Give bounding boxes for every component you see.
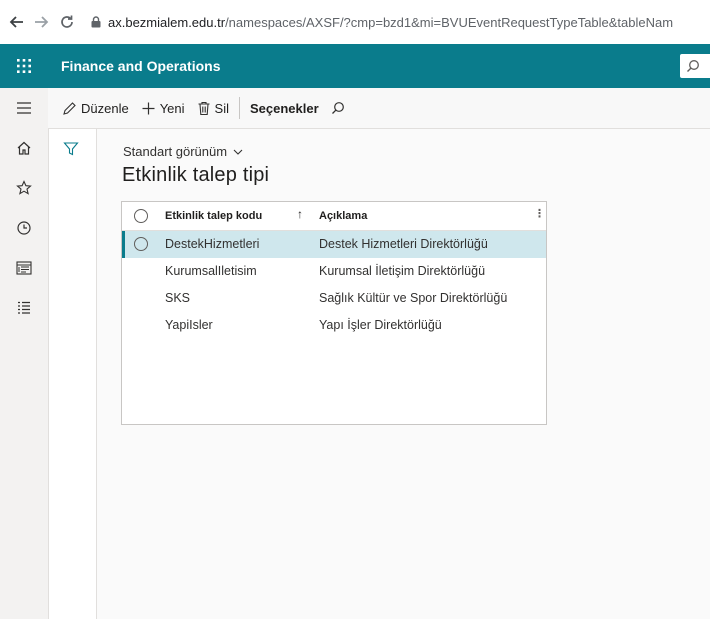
- app-launcher-button[interactable]: [0, 44, 47, 88]
- table-row[interactable]: DestekHizmetleri Destek Hizmetleri Direk…: [122, 231, 546, 258]
- recent-button[interactable]: [0, 208, 48, 248]
- navigation-rail: [0, 88, 49, 619]
- clock-icon: [17, 221, 31, 235]
- back-button[interactable]: [6, 11, 28, 33]
- delete-button-label: Sil: [214, 100, 229, 116]
- grid-rows: DestekHizmetleri Destek Hizmetleri Direk…: [122, 231, 546, 339]
- cell-code[interactable]: SKS: [165, 291, 190, 305]
- address-bar[interactable]: ax.bezmialem.edu.tr/namespaces/AXSF/?cmp…: [88, 7, 710, 37]
- url-path: /namespaces/AXSF/?cmp=bzd1&mi=BVUEventRe…: [225, 14, 674, 30]
- new-button[interactable]: Yeni: [135, 88, 191, 128]
- workspaces-button[interactable]: [0, 248, 48, 288]
- star-icon: [16, 180, 32, 195]
- sort-ascending-icon: ↑: [297, 207, 303, 221]
- table-row[interactable]: SKS Sağlık Kültür ve Spor Direktörlüğü: [122, 285, 546, 312]
- view-selector-label: Standart görünüm: [123, 144, 228, 159]
- home-button[interactable]: [0, 128, 48, 168]
- workspace-icon: [16, 261, 32, 275]
- new-button-label: Yeni: [159, 100, 185, 116]
- forward-arrow-icon: [35, 16, 49, 28]
- cell-code[interactable]: DestekHizmetleri: [165, 237, 259, 251]
- column-header-code[interactable]: Etkinlik talep kodu: [165, 210, 262, 222]
- view-selector[interactable]: Standart görünüm: [123, 144, 243, 159]
- header-search-box[interactable]: [680, 54, 710, 78]
- hamburger-menu-button[interactable]: [0, 88, 48, 128]
- data-grid: Etkinlik talep kodu ↑ Açıklama ⋮ DestekH…: [121, 201, 547, 425]
- delete-button[interactable]: Sil: [191, 88, 235, 128]
- browser-toolbar: ax.bezmialem.edu.tr/namespaces/AXSF/?cmp…: [0, 0, 710, 45]
- modules-icon: [18, 301, 30, 314]
- edit-button-label: Düzenle: [81, 100, 129, 116]
- table-row[interactable]: KurumsalIletisim Kurumsal İletişim Direk…: [122, 258, 546, 285]
- waffle-icon: [16, 59, 31, 73]
- reload-icon: [61, 15, 73, 28]
- more-options-icon[interactable]: ⋮: [534, 207, 545, 220]
- lock-icon: [88, 16, 104, 28]
- action-search-button[interactable]: [325, 88, 355, 128]
- main-content: Standart görünüm Etkinlik talep tipi Etk…: [97, 129, 710, 619]
- search-icon: [687, 60, 699, 72]
- cell-description[interactable]: Sağlık Kültür ve Spor Direktörlüğü: [319, 291, 507, 305]
- action-separator: [238, 97, 240, 119]
- pencil-icon: [63, 101, 76, 115]
- page-title: Etkinlik talep tipi: [122, 164, 270, 186]
- forward-button[interactable]: [30, 11, 52, 33]
- reload-button[interactable]: [56, 11, 78, 33]
- row-select-radio[interactable]: [134, 237, 148, 251]
- trash-icon: [198, 101, 210, 115]
- favorites-button[interactable]: [0, 168, 48, 208]
- options-tab[interactable]: Seçenekler: [244, 88, 325, 128]
- action-pane: Düzenle Yeni Sil Seçenekler: [48, 88, 710, 129]
- back-arrow-icon: [9, 16, 23, 28]
- cell-code[interactable]: KurumsalIletisim: [165, 264, 257, 278]
- home-icon: [17, 141, 31, 155]
- table-row[interactable]: YapiIsler Yapı İşler Direktörlüğü: [122, 312, 546, 339]
- edit-button[interactable]: Düzenle: [56, 88, 135, 128]
- search-icon: [331, 102, 344, 114]
- plus-icon: [142, 102, 155, 114]
- cell-description[interactable]: Kurumsal İletişim Direktörlüğü: [319, 264, 485, 278]
- filter-button[interactable]: [63, 141, 79, 162]
- cell-description[interactable]: Yapı İşler Direktörlüğü: [319, 318, 442, 332]
- column-header-description[interactable]: Açıklama: [319, 210, 367, 222]
- chevron-down-icon: [233, 149, 243, 155]
- options-tab-label: Seçenekler: [249, 100, 319, 116]
- app-title: Finance and Operations: [61, 58, 221, 74]
- cell-description[interactable]: Destek Hizmetleri Direktörlüğü: [319, 237, 488, 251]
- filter-pane: [49, 129, 97, 619]
- modules-button[interactable]: [0, 288, 48, 328]
- hamburger-icon: [17, 102, 31, 114]
- url-host: ax.bezmialem.edu.tr: [108, 14, 226, 30]
- app-header: Finance and Operations: [0, 44, 710, 88]
- filter-icon: [63, 142, 79, 156]
- cell-code[interactable]: YapiIsler: [165, 318, 213, 332]
- grid-header: Etkinlik talep kodu ↑ Açıklama ⋮: [122, 202, 546, 231]
- select-all-radio[interactable]: [134, 209, 148, 223]
